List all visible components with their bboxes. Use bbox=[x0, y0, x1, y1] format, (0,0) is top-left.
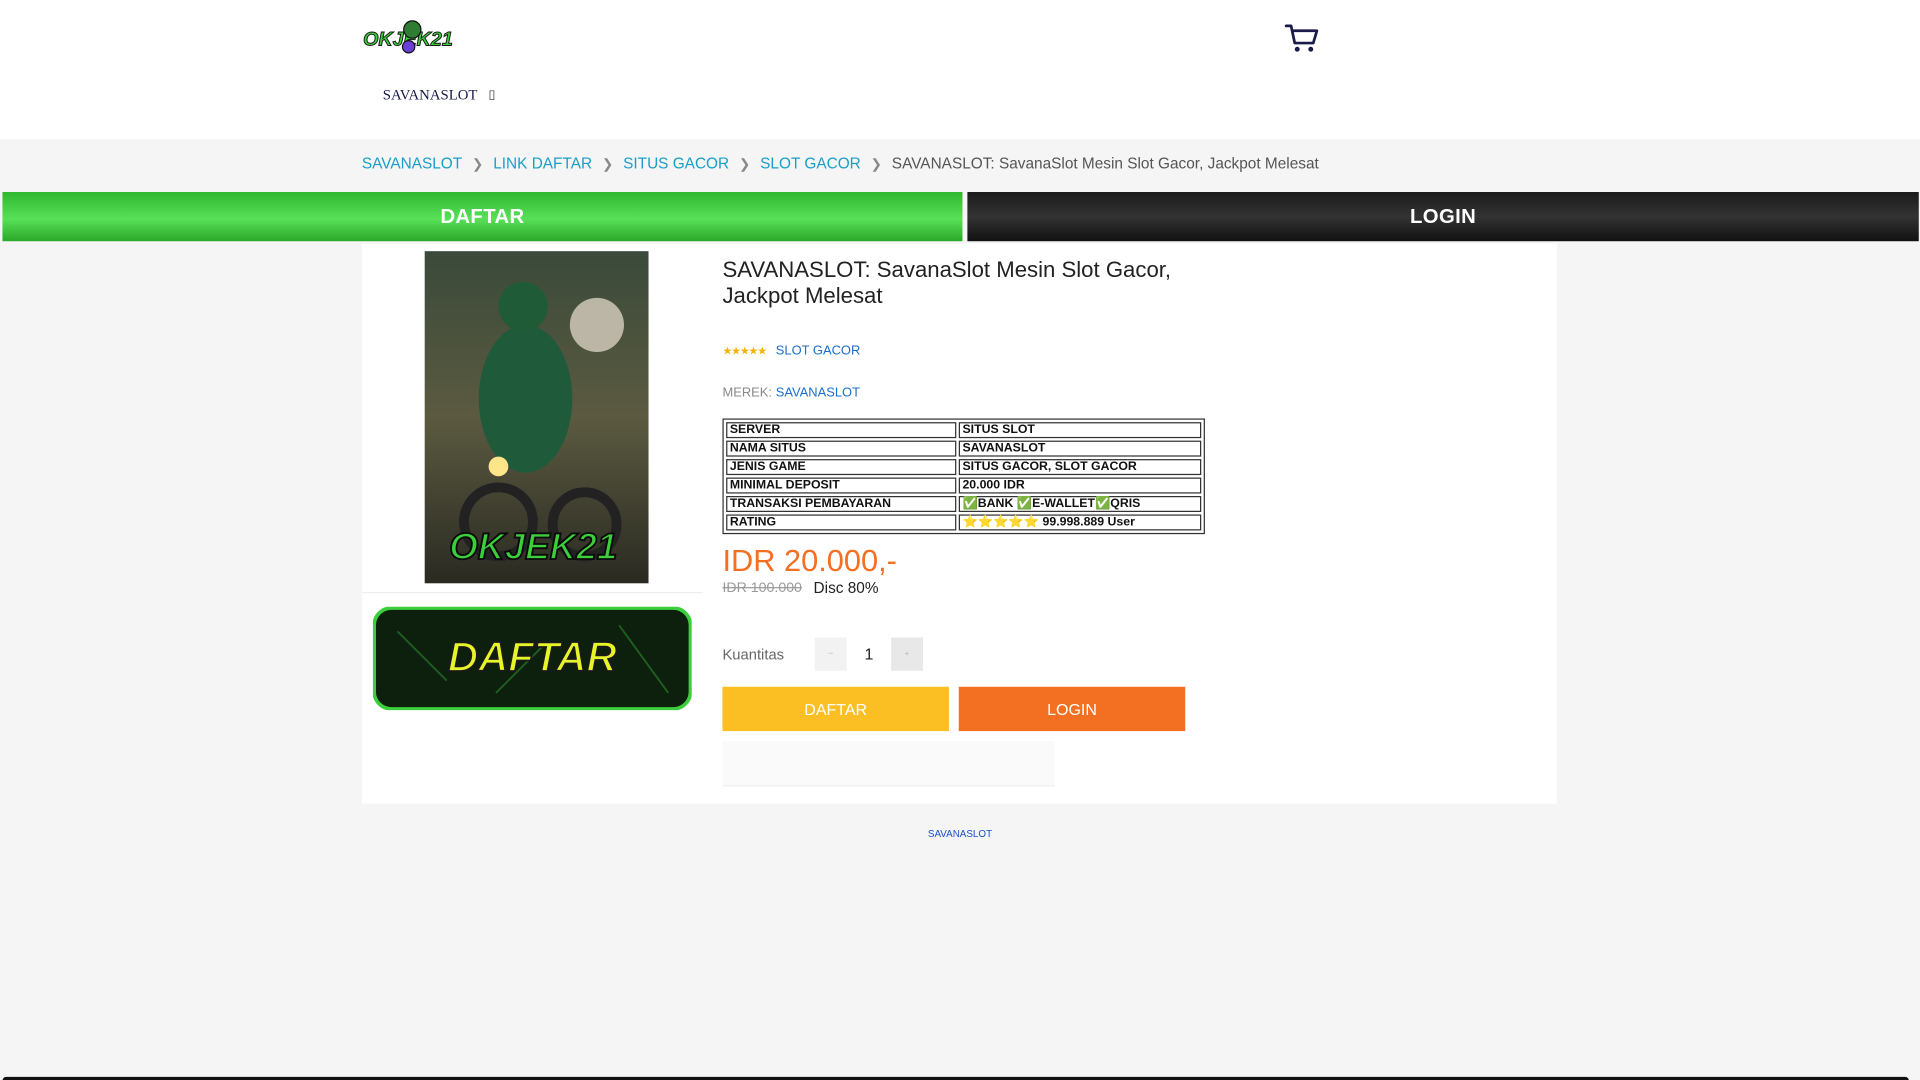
spec-key: JENIS GAME bbox=[726, 459, 957, 476]
breadcrumb: SAVANASLOT ❯ LINK DAFTAR ❯ SITUS GACOR ❯… bbox=[362, 155, 1319, 172]
table-row: NAMA SITUS SAVANASLOT bbox=[726, 440, 1202, 457]
product-image[interactable]: OKJEK21 bbox=[424, 251, 649, 584]
spec-key: NAMA SITUS bbox=[726, 440, 957, 457]
category-link[interactable]: SLOT GACOR bbox=[776, 343, 861, 358]
table-row: TRANSAKSI PEMBAYARAN ✅BANK ✅E-WALLET✅QRIS bbox=[726, 495, 1202, 512]
rating-row: ★★★★★ SLOT GACOR bbox=[722, 343, 860, 358]
brand-label: MEREK: bbox=[722, 385, 773, 400]
chevron-right-icon: ❯ bbox=[472, 156, 484, 172]
quantity-input[interactable] bbox=[849, 637, 889, 671]
product-image-logo: OKJEK21 bbox=[449, 526, 617, 567]
spec-key: MINIMAL DEPOSIT bbox=[726, 477, 957, 494]
dropdown-box-icon: ▯ bbox=[488, 88, 496, 103]
cart-icon[interactable] bbox=[1284, 22, 1321, 54]
breadcrumb-link-daftar[interactable]: LINK DAFTAR bbox=[493, 155, 592, 172]
divider bbox=[361, 591, 703, 594]
chevron-right-icon: ❯ bbox=[738, 156, 751, 172]
breadcrumb-current: SAVANASLOT: SavanaSlot Mesin Slot Gacor,… bbox=[891, 155, 1319, 173]
table-row: RATING ⭐⭐⭐⭐⭐ 99.998.889 User bbox=[726, 514, 1202, 531]
spec-table: SERVER SITUS SLOT NAMA SITUS SAVANASLOT JE… bbox=[722, 418, 1205, 535]
star-rating-icon: ★★★★★ bbox=[722, 343, 767, 357]
daftar-button[interactable]: DAFTAR bbox=[722, 686, 949, 732]
empty-panel bbox=[722, 740, 1055, 787]
original-price: IDR 100.000 bbox=[722, 580, 802, 596]
breadcrumb-link-situs-gacor[interactable]: SITUS GACOR bbox=[623, 155, 729, 172]
brand-link[interactable]: SAVANASLOT bbox=[776, 385, 860, 400]
nav-item-label: SAVANASLOT bbox=[382, 86, 478, 104]
breadcrumb-link-slot-gacor[interactable]: SLOT GACOR bbox=[760, 155, 861, 172]
product-price: IDR 20.000,- bbox=[722, 543, 897, 579]
brand-row: MEREK: SAVANASLOT bbox=[722, 385, 860, 400]
spec-value: SAVANASLOT bbox=[958, 440, 1202, 457]
daftar-image-banner[interactable]: DAFTAR bbox=[372, 606, 692, 711]
footer-link[interactable]: SAVANASLOT bbox=[0, 828, 1920, 839]
spec-value: ⭐⭐⭐⭐⭐ 99.998.889 User bbox=[958, 514, 1202, 531]
quantity-decrement-button[interactable]: − bbox=[814, 637, 847, 671]
spec-key: SERVER bbox=[726, 422, 957, 439]
breadcrumb-link-savanaslot[interactable]: SAVANASLOT bbox=[362, 155, 462, 172]
spec-key: RATING bbox=[726, 514, 957, 531]
table-row: MINIMAL DEPOSIT 20.000 IDR bbox=[726, 477, 1202, 494]
spec-value: SITUS GACOR, SLOT GACOR bbox=[958, 459, 1202, 476]
chevron-right-icon: ❯ bbox=[601, 156, 614, 172]
spec-value: ✅BANK ✅E-WALLET✅QRIS bbox=[958, 495, 1202, 512]
daftar-banner-button[interactable]: DAFTAR bbox=[2, 191, 963, 242]
spec-value: 20.000 IDR bbox=[958, 477, 1202, 494]
spec-key: TRANSAKSI PEMBAYARAN bbox=[726, 495, 957, 512]
site-logo[interactable]: OKJEK21 bbox=[362, 15, 458, 57]
site-header: OKJEK21 SAVANASLOT ▯ bbox=[0, 0, 1920, 140]
table-row: SERVER SITUS SLOT bbox=[726, 422, 1202, 439]
quantity-increment-button[interactable]: + bbox=[891, 637, 924, 671]
login-button[interactable]: LOGIN bbox=[958, 686, 1186, 732]
chevron-right-icon: ❯ bbox=[870, 156, 882, 172]
table-row: JENIS GAME SITUS GACOR, SLOT GACOR bbox=[726, 459, 1202, 476]
product-card: OKJEK21 DAFTAR SAVANASLOT: SavanaSlot Me… bbox=[361, 243, 1557, 804]
daftar-banner-text: DAFTAR bbox=[448, 633, 617, 680]
product-title: SAVANASLOT: SavanaSlot Mesin Slot Gacor,… bbox=[722, 257, 1172, 308]
spec-value: SITUS SLOT bbox=[958, 422, 1202, 439]
discount-label: Disc 80% bbox=[813, 579, 879, 597]
quantity-label: Kuantitas bbox=[722, 646, 785, 664]
nav-item-savanaslot[interactable]: SAVANASLOT ▯ bbox=[383, 86, 496, 104]
login-banner-button[interactable]: LOGIN bbox=[967, 191, 1919, 242]
